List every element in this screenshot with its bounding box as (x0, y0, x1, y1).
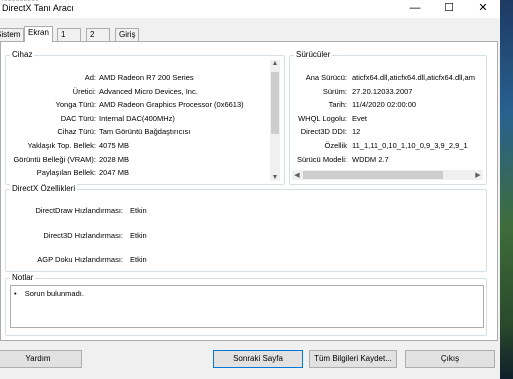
title-bar: 4016588500 DirectX Tanı Aracı — ☐ ✕ (0, 0, 500, 18)
device-value: AMD Radeon Graphics Processor (0x6613) (99, 100, 244, 110)
drivers-group: Sürücüler Ana Sürücü: aticfx64.dll,aticfx… (289, 50, 487, 185)
driver-label: Tarih: (328, 100, 347, 110)
window-title: DirectX Tanı Aracı (2, 3, 74, 13)
driver-label: Sürücü Modeli: (296, 154, 347, 164)
tab-input[interactable]: Giriş (115, 28, 140, 41)
device-value: 2028 MB (99, 154, 130, 164)
driver-label: Ana Sürücü: (305, 73, 347, 82)
device-label: DAC Türü: (60, 113, 96, 123)
feature-value: Etkin (130, 206, 147, 215)
close-button[interactable]: ✕ (466, 0, 500, 18)
help-button[interactable]: Yardım (0, 350, 82, 368)
tab-sound-1[interactable]: 1 Sesi (57, 28, 81, 51)
features-group-title: DirectX Özellikleri (10, 184, 78, 193)
device-label: Yaklaşık Top. Bellek: (27, 141, 96, 150)
save-all-info-button[interactable]: Tüm Bilgileri Kaydet... (309, 350, 397, 368)
next-page-button[interactable]: Sonraki Sayfa (213, 350, 303, 368)
scroll-left-arrow-icon[interactable]: ◀ (292, 171, 302, 179)
background-desktop-strip (500, 0, 513, 379)
feature-label: Direct3D Hızlandırması: (43, 230, 123, 240)
driver-value: 27.20.12033.2007 (352, 86, 413, 96)
device-value: Internal DAC(400MHz) (99, 113, 175, 123)
device-label: Yonga Türü: (55, 100, 96, 110)
minimize-button[interactable]: — (398, 0, 432, 18)
device-label: Üretici: (72, 86, 96, 96)
feature-label: DirectDraw Hızlandırması: (35, 206, 123, 215)
scroll-up-arrow-icon[interactable]: ▲ (270, 60, 280, 67)
device-value: Advanced Micro Devices, Inc. (99, 86, 198, 96)
exit-button[interactable]: Çıkış (405, 350, 495, 368)
driver-label: WHQL Logolu: (298, 113, 347, 123)
driver-label: Direct3D DDI: (300, 127, 347, 137)
notes-item-text: Sorun bulunmadı. (24, 289, 84, 298)
feature-value: Etkin (130, 255, 147, 264)
device-vertical-scrollbar[interactable]: ▲ ▼ (270, 60, 280, 181)
driver-value: WDDM 2.7 (352, 154, 389, 164)
tab-display[interactable]: Ekran (24, 26, 53, 42)
device-group: Cihaz Ad: AMD Radeon R7 200 Series Üretici… (5, 50, 285, 185)
notes-group-title: Notlar (10, 273, 36, 282)
notes-textbox[interactable]: • Sorun bulunmadı. (10, 285, 484, 328)
device-label: Cihaz Türü: (57, 127, 96, 137)
device-label: Paylaşılan Bellek: (36, 168, 96, 178)
scroll-thumb[interactable] (271, 72, 279, 134)
feature-label: AGP Doku Hızlandırması: (37, 255, 123, 264)
driver-label: Özellik (324, 141, 347, 150)
device-value: 2047 MB (99, 168, 130, 178)
feature-value: Etkin (130, 230, 147, 240)
maximize-button[interactable]: ☐ (432, 0, 466, 18)
driver-value: 11/4/2020 02:00:00 (352, 100, 417, 110)
device-label: Ad: (84, 73, 96, 82)
driver-value: aticfx64.dll,aticfx64.dll,aticfx64.dll,a… (352, 73, 475, 82)
tab-system[interactable]: Sistem (0, 28, 25, 41)
bullet-icon: • (14, 289, 17, 298)
driver-value: Evet (352, 113, 368, 123)
driver-value: 11_1,11_0,10_1,10_0,9_3,9_2,9_1 (352, 141, 468, 150)
scroll-thumb[interactable] (303, 171, 443, 179)
scroll-right-arrow-icon[interactable]: ▶ (473, 171, 483, 179)
drivers-horizontal-scrollbar[interactable]: ◀ ▶ (292, 170, 483, 180)
drivers-group-title: Sürücüler (294, 50, 333, 59)
device-value: Tam Görüntü Bağdaştırıcısı (99, 127, 191, 137)
directx-features-group: DirectX Özellikleri DirectDraw Hızlandır… (5, 184, 487, 272)
driver-value: 12 (352, 127, 361, 137)
device-value: 4075 MB (99, 141, 130, 150)
device-group-title: Cihaz (10, 50, 35, 59)
driver-label: Sürüm: (322, 86, 347, 96)
device-label: Görüntü Belleği (VRAM): (13, 154, 96, 164)
tab-sound-2[interactable]: 2 Sesi (86, 28, 110, 51)
scroll-down-arrow-icon[interactable]: ▼ (270, 174, 280, 181)
notes-item: • Sorun bulunmadı. (14, 289, 84, 298)
device-value: AMD Radeon R7 200 Series (99, 73, 194, 82)
